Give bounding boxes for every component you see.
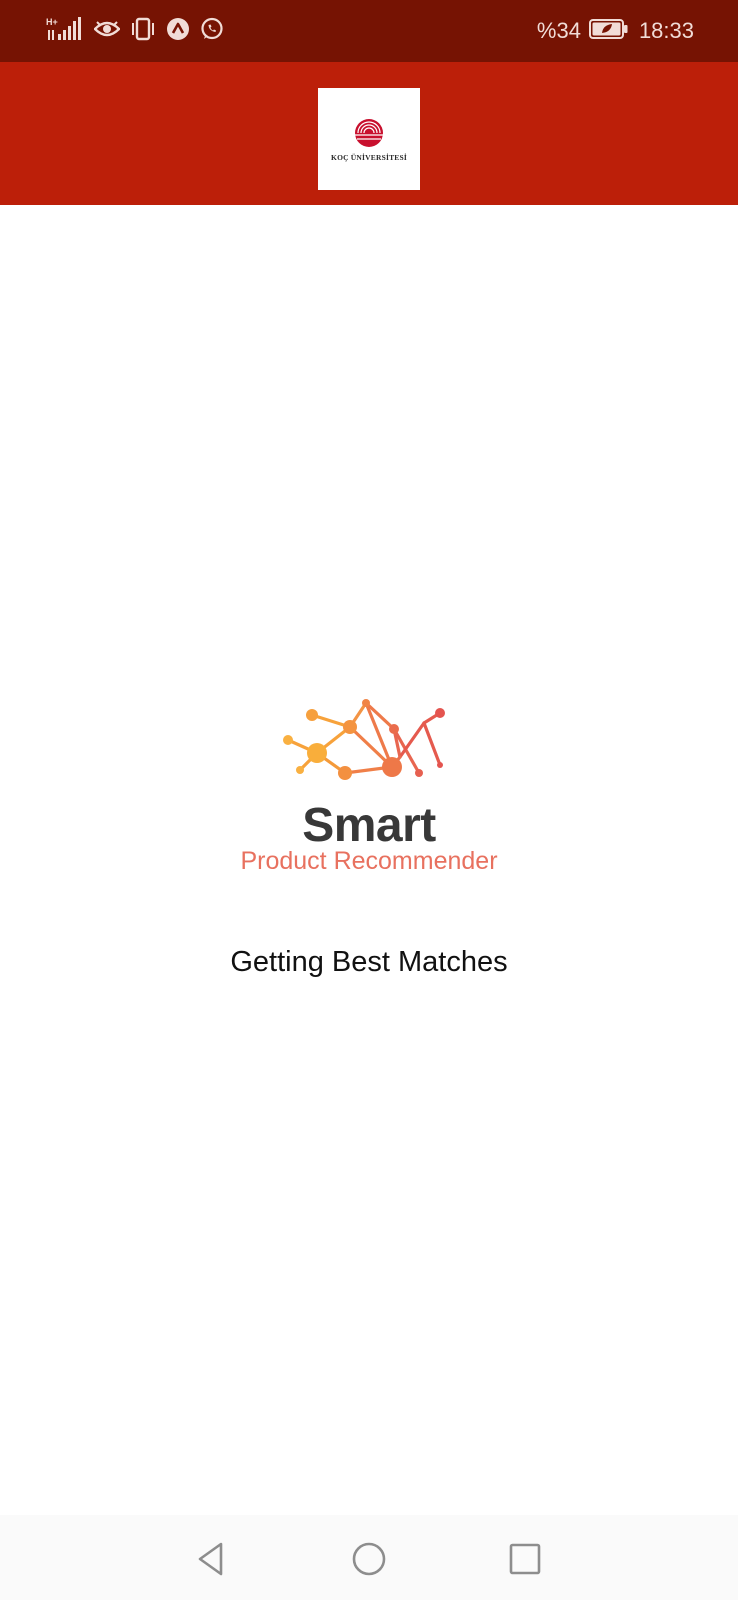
vibrate-icon <box>130 17 156 45</box>
back-button[interactable] <box>187 1535 235 1583</box>
network-type-label: H+ <box>46 17 58 27</box>
smart-product-recommender-logo: Smart Product Recommender <box>200 695 538 885</box>
navigation-bar <box>0 1515 738 1600</box>
status-icons-right: %34 18:33 <box>537 18 694 44</box>
battery-percentage: %34 <box>536 18 581 43</box>
recents-button[interactable] <box>501 1535 549 1583</box>
signal-icon: H+ <box>46 16 84 46</box>
university-emblem-icon <box>355 118 383 147</box>
loading-message: Getting Best Matches <box>230 946 508 978</box>
university-logo-text: KOÇ ÜNİVERSİTESİ <box>331 152 407 162</box>
app-notification-icon <box>166 17 190 45</box>
back-icon <box>198 1542 223 1576</box>
logo-title: Smart <box>302 799 436 852</box>
logo-subtitle: Product Recommender <box>240 847 498 875</box>
eye-comfort-icon <box>93 19 121 43</box>
recents-icon <box>509 1543 541 1575</box>
university-logo: KOÇ ÜNİVERSİTESİ <box>318 88 420 190</box>
status-bar: H+ %34 18:33 <box>0 0 738 62</box>
status-icons-left: H+ <box>46 16 234 46</box>
whatsapp-icon <box>200 17 224 45</box>
battery-icon <box>588 18 629 44</box>
status-time: 18:33 <box>638 18 694 43</box>
network-graph-icon <box>283 699 445 780</box>
home-button[interactable] <box>345 1535 393 1583</box>
home-icon <box>352 1542 386 1576</box>
app-header: KOÇ ÜNİVERSİTESİ <box>0 62 738 205</box>
